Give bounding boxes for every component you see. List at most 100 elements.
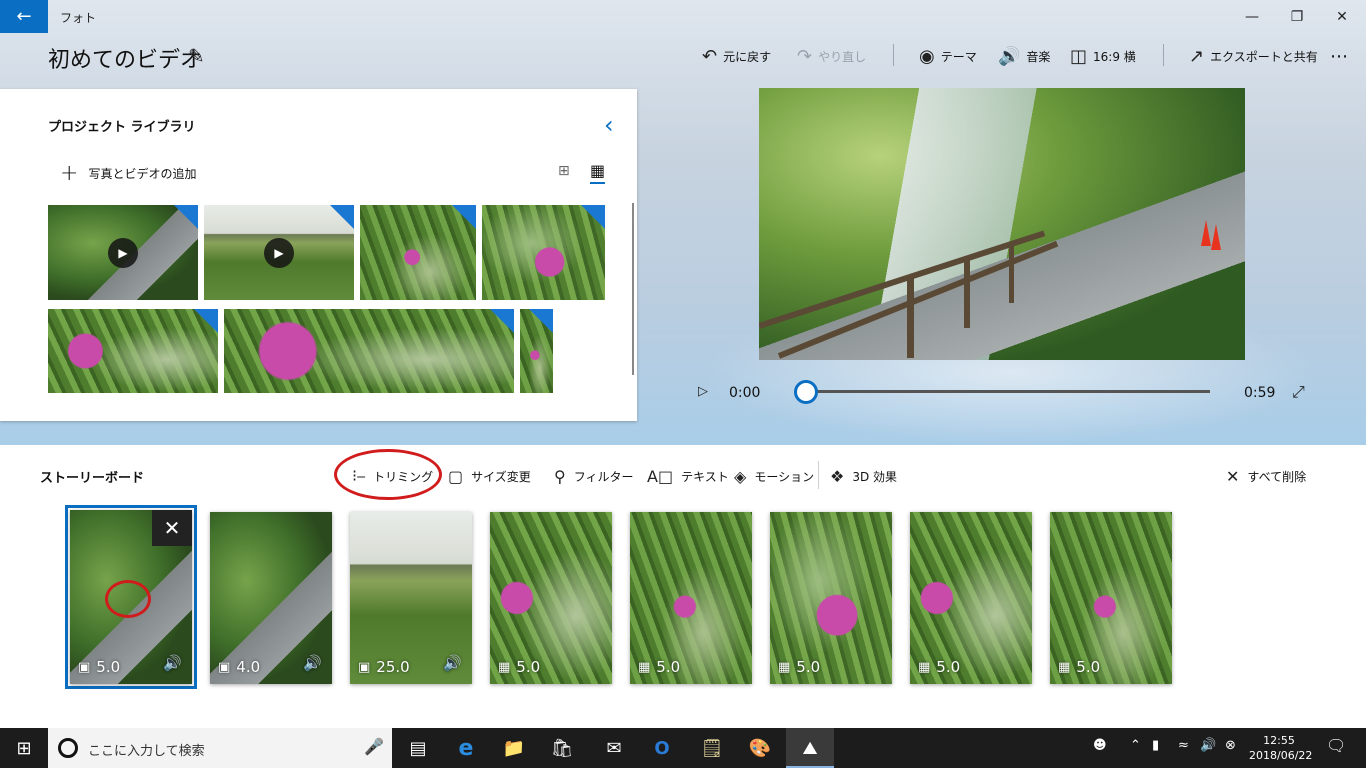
clip-duration-value: 5.0 [96,658,121,676]
unused-marker [581,205,605,229]
restore-button[interactable]: ❐ [1274,4,1320,30]
large-grid-view-button[interactable]: ▦ [590,161,606,184]
store-icon[interactable]: 🛍 [538,728,586,768]
chevron-left-icon: ‹ [604,111,614,139]
preview-scene [964,258,970,328]
file-explorer-icon[interactable]: 📁 [490,728,538,768]
resize-label: サイズ変更 [471,469,531,484]
clip-duration[interactable]: ▣ 25.0 [358,658,410,676]
status-icon[interactable]: ⊗ [1225,738,1236,753]
clip-duration[interactable]: ▦ 5.0 [1058,658,1100,676]
library-item-photo[interactable] [48,309,218,393]
theme-button[interactable]: ◉ テーマ [919,44,977,68]
volume-icon[interactable]: 🔊 [1200,738,1216,753]
storyboard-clip[interactable]: ▦ 5.0 [1050,512,1172,684]
storyboard-clip[interactable]: ▦ 5.0 [770,512,892,684]
seek-handle[interactable] [794,380,818,404]
clip-duration[interactable]: ▦ 5.0 [498,658,540,676]
project-title[interactable]: 初めてのビデオ [48,42,202,74]
plus-icon: + [60,161,79,186]
storyboard-clip[interactable]: ▦ 5.0 [910,512,1032,684]
minimize-icon: — [1245,9,1259,25]
seek-bar[interactable] [805,390,1210,393]
library-item-video[interactable]: ▶ [48,205,198,300]
library-item-photo[interactable] [482,205,605,300]
more-button[interactable]: ⋯ [1330,44,1348,68]
3d-effects-button[interactable]: ❖ 3D 効果 [830,467,897,486]
clip-duration[interactable]: ▦ 5.0 [778,658,820,676]
video-preview[interactable] [759,88,1245,360]
undo-label: 元に戻す [723,49,772,64]
library-item-photo[interactable] [520,309,553,393]
filter-label: フィルター [573,469,634,484]
photo-clip-icon: ▦ [778,659,791,675]
edge-icon[interactable]: e [442,728,490,768]
task-view-icon[interactable]: ▤ [394,728,442,768]
remove-all-button[interactable]: ✕ すべて削除 [1226,466,1306,486]
microphone-icon[interactable]: 🎤 [364,737,384,756]
collapse-library-button[interactable]: ‹ [604,111,614,139]
library-item-photo[interactable] [224,309,514,393]
undo-button[interactable]: ↶ 元に戻す [702,44,771,68]
paint-icon[interactable]: 🎨 [736,728,784,768]
music-button[interactable]: 🔊 音楽 [998,44,1050,68]
motion-label: モーション [754,469,815,484]
preview-scene [1201,220,1211,246]
storyboard-panel: ストーリーボード ⁝⎯ トリミング ▢ サイズ変更 ⚲ フィルター A□ テキス… [0,445,1366,728]
unused-marker [490,309,514,333]
start-button[interactable]: ⊞ [0,728,48,768]
export-share-button[interactable]: ↗ エクスポートと共有 [1189,44,1318,68]
play-button[interactable]: ▷ [698,384,708,399]
storyboard-clip[interactable]: ▦ 5.0 [490,512,612,684]
notes-icon[interactable]: 🗒 [688,728,736,768]
close-window-button[interactable]: ✕ [1319,4,1365,30]
back-button[interactable]: ← [0,0,48,33]
aspect-ratio-button[interactable]: ◫ 16:9 横 [1070,44,1136,68]
video-clip-icon: ▣ [78,659,91,675]
restore-icon: ❐ [1290,9,1304,25]
clip-duration-value: 25.0 [376,658,410,676]
speaker-icon[interactable]: 🔊 [303,654,322,672]
storyboard-clip[interactable]: ▣ 4.0 🔊 [210,512,332,684]
filter-button[interactable]: ⚲ フィルター [554,467,634,486]
storyboard-clip[interactable]: ▦ 5.0 [630,512,752,684]
clip-duration[interactable]: ▣ 4.0 [218,658,260,676]
action-center-icon[interactable]: 🗨 [1326,736,1346,755]
motion-button[interactable]: ◈ モーション [734,467,815,486]
clip-duration[interactable]: ▦ 5.0 [918,658,960,676]
text-button[interactable]: A□ テキスト [647,467,729,486]
storyboard-clip[interactable]: ▣ 25.0 🔊 [350,512,472,684]
speaker-icon[interactable]: 🔊 [443,654,462,672]
close-icon: ✕ [1226,466,1240,486]
battery-icon[interactable]: ▮ [1152,738,1159,753]
add-media-button[interactable]: + 写真とビデオの追加 [60,161,196,186]
music-label: 音楽 [1026,49,1051,64]
trim-button[interactable]: ⁝⎯ トリミング [352,466,433,485]
small-grid-view-button[interactable]: ⊞ [558,163,570,179]
photos-app-taskbar-button[interactable]: ⛰ [786,728,834,768]
library-item-video[interactable]: ▶ [204,205,354,300]
people-icon[interactable]: ☻ [1093,738,1107,753]
clip-duration[interactable]: ▦ 5.0 [638,658,680,676]
redo-button[interactable]: ↷ やり直し [797,44,866,68]
speaker-icon[interactable]: 🔊 [163,654,182,672]
taskbar-clock[interactable]: 12:55 2018/06/22 [1249,733,1312,763]
preview-scene [1009,243,1014,303]
unused-marker [452,205,476,229]
wifi-icon[interactable]: ≈ [1178,738,1189,753]
pencil-icon[interactable]: ✎ [188,44,205,68]
chevron-up-icon[interactable]: ⌃ [1130,738,1141,753]
library-scrollbar[interactable] [632,203,634,375]
storyboard-clip[interactable]: ✕ ▣ 5.0 🔊 [70,510,192,684]
fullscreen-button[interactable]: ⤢ [1292,382,1305,402]
minimize-button[interactable]: — [1229,4,1275,30]
clip-duration[interactable]: ▣ 5.0 [78,658,120,676]
mail-icon[interactable]: ✉ [590,728,638,768]
resize-icon: ▢ [448,466,464,486]
taskbar-search[interactable]: ここに入力して検索 🎤 [48,728,392,768]
project-library-panel: プロジェクト ライブラリ ‹ + 写真とビデオの追加 ⊞ ▦ ▶ ▶ [0,89,637,421]
remove-clip-button[interactable]: ✕ [152,510,192,546]
resize-button[interactable]: ▢ サイズ変更 [448,466,531,486]
library-item-photo[interactable] [360,205,476,300]
outlook-icon[interactable]: O [638,728,686,768]
